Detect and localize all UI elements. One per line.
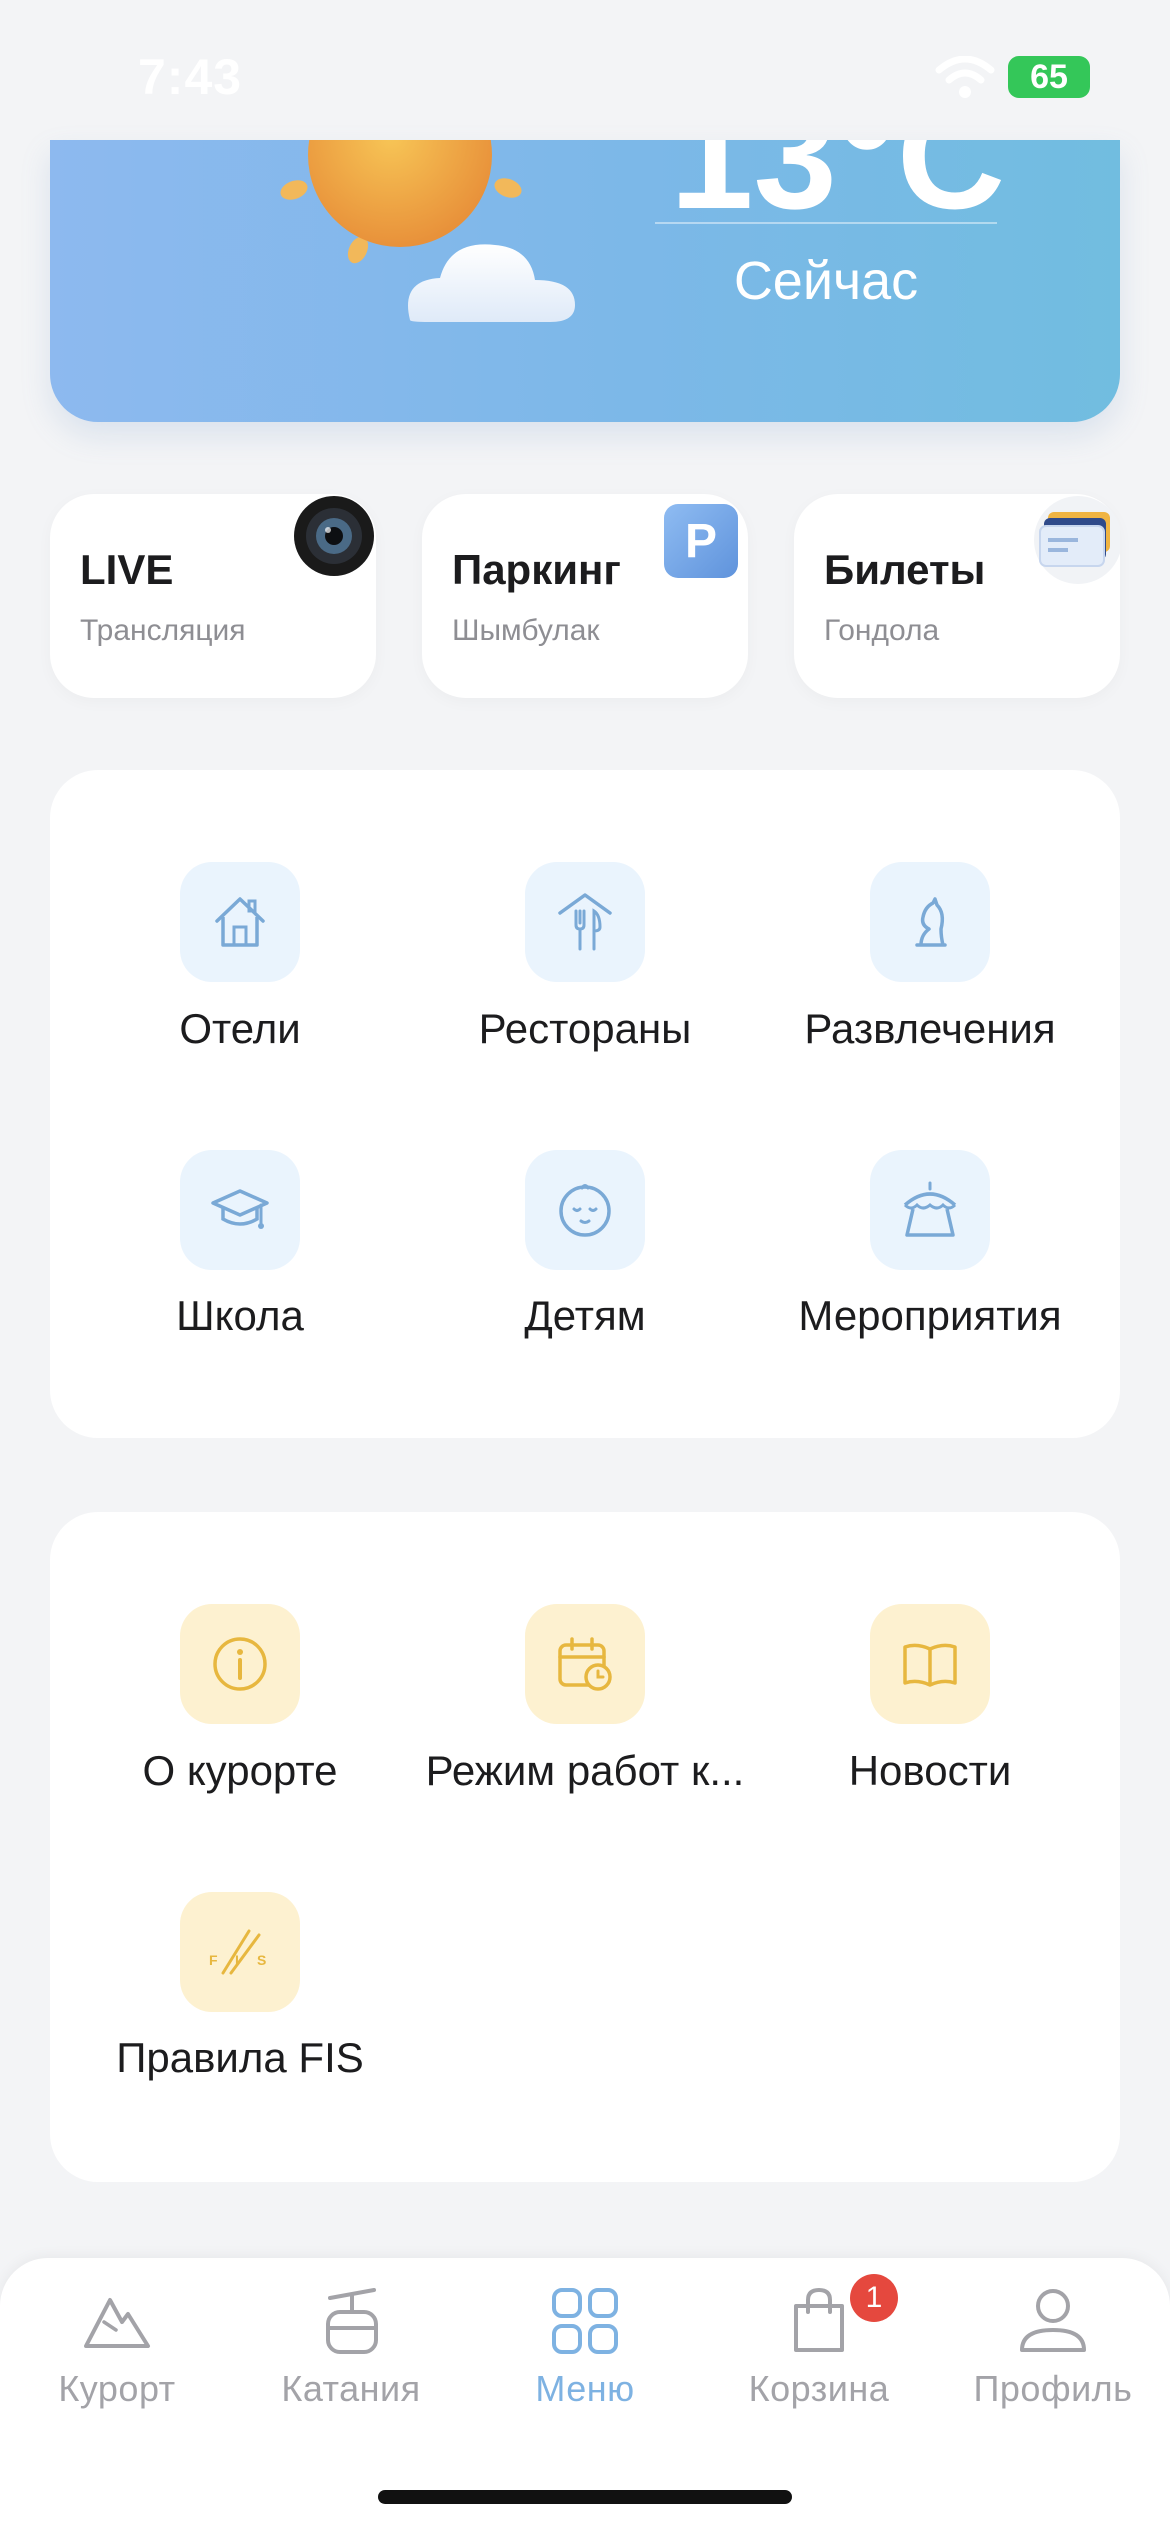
- cart-badge: 1: [850, 2274, 898, 2322]
- tab-menu[interactable]: Меню: [468, 2258, 702, 2438]
- tab-profile[interactable]: Профиль: [936, 2258, 1170, 2438]
- menu-label: Мероприятия: [798, 1292, 1062, 1339]
- mountain-icon: [84, 2298, 150, 2348]
- status-bar: 7:43 65: [0, 0, 1170, 140]
- services-card: Отели Рестораны Развлечения Школа Детям …: [50, 770, 1120, 1438]
- tickets-icon: [1034, 496, 1120, 584]
- menu-label: О курорте: [142, 1747, 338, 1794]
- shopping-bag-icon: [794, 2287, 844, 2352]
- fis-logo-icon: F I S: [209, 1929, 266, 1975]
- quick-tile-title: Паркинг: [452, 546, 621, 593]
- quick-tile-parking[interactable]: Паркинг Шымбулак P: [422, 494, 748, 698]
- tab-label: Профиль: [973, 2368, 1133, 2409]
- fork-knife-icon: [558, 893, 612, 951]
- quick-tile-subtitle: Трансляция: [80, 614, 246, 647]
- weather-card[interactable]: 13°C Сейчас: [50, 140, 1120, 422]
- menu-item-news[interactable]: [870, 1604, 990, 1724]
- menu-item-restaurants[interactable]: [525, 862, 645, 982]
- person-icon: [1020, 2289, 1086, 2352]
- menu-label: Режим работ к...: [425, 1747, 745, 1794]
- weather-divider: [655, 222, 997, 224]
- menu-item-kids[interactable]: [525, 1150, 645, 1270]
- quick-tile-live[interactable]: LIVE Трансляция: [50, 494, 376, 698]
- menu-item-working-hours[interactable]: [525, 1604, 645, 1724]
- home-indicator: [378, 2490, 792, 2504]
- menu-label: Отели: [179, 1005, 301, 1052]
- quick-tile-tickets[interactable]: Билеты Гондола: [794, 494, 1120, 698]
- menu-item-events[interactable]: [870, 1150, 990, 1270]
- graduation-cap-icon: [211, 1189, 269, 1229]
- tab-resort[interactable]: Курорт: [0, 2258, 234, 2438]
- quick-tile-title: LIVE: [80, 546, 174, 593]
- menu-item-entertainment[interactable]: [870, 862, 990, 982]
- tab-label: Курорт: [58, 2368, 176, 2409]
- battery-indicator: 65: [1008, 56, 1090, 98]
- weather-now-label: Сейчас: [733, 251, 919, 311]
- svg-text:I: I: [235, 1952, 239, 1968]
- menu-label: Новости: [848, 1747, 1012, 1794]
- menu-item-fis-rules[interactable]: F I S: [180, 1892, 300, 2012]
- svg-text:F: F: [209, 1952, 218, 1968]
- quick-tile-subtitle: Гондола: [824, 614, 940, 647]
- menu-label: Детям: [524, 1292, 646, 1339]
- menu-label: Развлечения: [804, 1005, 1056, 1052]
- chess-knight-icon: [915, 897, 947, 947]
- menu-item-about[interactable]: [180, 1604, 300, 1724]
- parking-icon: P: [664, 504, 738, 578]
- svg-text:S: S: [257, 1952, 266, 1968]
- menu-item-hotels[interactable]: [180, 862, 300, 982]
- tab-label: Меню: [535, 2368, 635, 2409]
- info-icon: [213, 1637, 267, 1691]
- menu-label: Рестораны: [478, 1005, 692, 1052]
- camera-icon: [294, 496, 374, 576]
- book-icon: [903, 1643, 957, 1687]
- menu-label: Правила FIS: [116, 2034, 364, 2081]
- tab-label: Корзина: [748, 2368, 890, 2409]
- info-card: О курорте Режим работ к... Новости F I S…: [50, 1512, 1120, 2182]
- calendar-clock-icon: [558, 1637, 612, 1691]
- wifi-icon: [935, 56, 995, 98]
- tent-icon: [903, 1181, 957, 1237]
- quick-tile-title: Билеты: [824, 546, 986, 593]
- sun-cloud-icon: [280, 140, 575, 322]
- menu-item-school[interactable]: [180, 1150, 300, 1270]
- grid-icon: [552, 2288, 618, 2354]
- gondola-icon: [326, 2288, 378, 2354]
- temperature: 13°C: [670, 140, 1006, 240]
- quick-tile-subtitle: Шымбулак: [452, 614, 600, 647]
- baby-face-icon: [559, 1184, 611, 1237]
- tab-skiing[interactable]: Катания: [234, 2258, 468, 2438]
- status-time: 7:43: [138, 49, 243, 105]
- tab-label: Катания: [281, 2368, 421, 2409]
- tab-cart[interactable]: 1 Корзина: [702, 2258, 936, 2438]
- menu-label: Школа: [176, 1292, 304, 1339]
- house-icon: [215, 897, 265, 947]
